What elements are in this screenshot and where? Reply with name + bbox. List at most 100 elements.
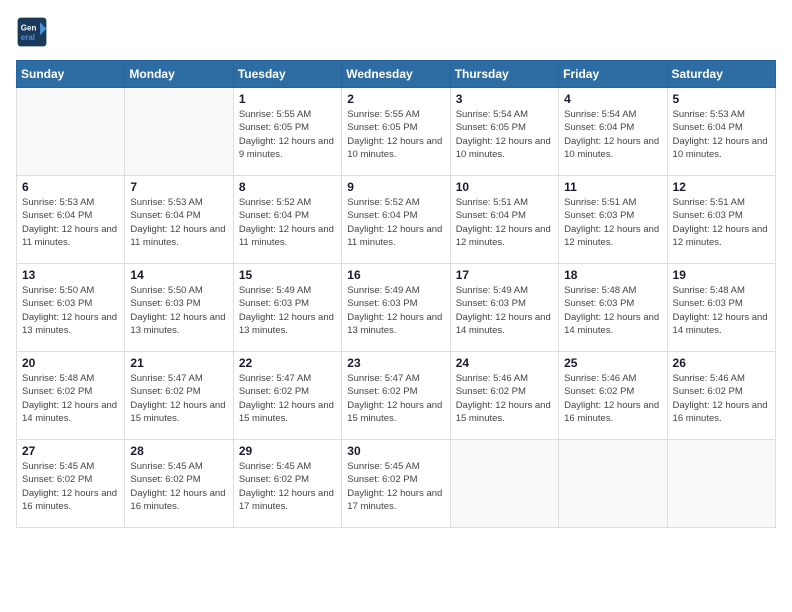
day-info: Sunrise: 5:51 AM Sunset: 6:03 PM Dayligh… xyxy=(564,196,661,249)
day-info: Sunrise: 5:53 AM Sunset: 6:04 PM Dayligh… xyxy=(673,108,770,161)
week-row-4: 20 Sunrise: 5:48 AM Sunset: 6:02 PM Dayli… xyxy=(17,352,776,440)
calendar-cell xyxy=(450,440,558,528)
day-number: 18 xyxy=(564,268,661,282)
logo-icon: Gen eral xyxy=(16,16,48,48)
day-number: 21 xyxy=(130,356,227,370)
calendar-cell: 2 Sunrise: 5:55 AM Sunset: 6:05 PM Daylig… xyxy=(342,88,450,176)
week-row-2: 6 Sunrise: 5:53 AM Sunset: 6:04 PM Daylig… xyxy=(17,176,776,264)
day-info: Sunrise: 5:47 AM Sunset: 6:02 PM Dayligh… xyxy=(347,372,444,425)
day-number: 28 xyxy=(130,444,227,458)
calendar-cell: 6 Sunrise: 5:53 AM Sunset: 6:04 PM Daylig… xyxy=(17,176,125,264)
calendar-cell: 11 Sunrise: 5:51 AM Sunset: 6:03 PM Dayli… xyxy=(559,176,667,264)
day-info: Sunrise: 5:45 AM Sunset: 6:02 PM Dayligh… xyxy=(22,460,119,513)
day-number: 6 xyxy=(22,180,119,194)
day-number: 5 xyxy=(673,92,770,106)
day-info: Sunrise: 5:51 AM Sunset: 6:03 PM Dayligh… xyxy=(673,196,770,249)
calendar-cell: 3 Sunrise: 5:54 AM Sunset: 6:05 PM Daylig… xyxy=(450,88,558,176)
calendar-cell: 15 Sunrise: 5:49 AM Sunset: 6:03 PM Dayli… xyxy=(233,264,341,352)
calendar-cell: 16 Sunrise: 5:49 AM Sunset: 6:03 PM Dayli… xyxy=(342,264,450,352)
day-info: Sunrise: 5:51 AM Sunset: 6:04 PM Dayligh… xyxy=(456,196,553,249)
day-info: Sunrise: 5:45 AM Sunset: 6:02 PM Dayligh… xyxy=(130,460,227,513)
calendar-cell: 4 Sunrise: 5:54 AM Sunset: 6:04 PM Daylig… xyxy=(559,88,667,176)
calendar-cell: 18Sunrise: 5:48 AM Sunset: 6:03 PM Dayli… xyxy=(559,264,667,352)
calendar-cell: 26 Sunrise: 5:46 AM Sunset: 6:02 PM Dayli… xyxy=(667,352,775,440)
week-row-5: 27 Sunrise: 5:45 AM Sunset: 6:02 PM Dayli… xyxy=(17,440,776,528)
day-info: Sunrise: 5:49 AM Sunset: 6:03 PM Dayligh… xyxy=(347,284,444,337)
day-number: 24 xyxy=(456,356,553,370)
calendar-cell: 24 Sunrise: 5:46 AM Sunset: 6:02 PM Dayli… xyxy=(450,352,558,440)
day-number: 29 xyxy=(239,444,336,458)
day-number: 25 xyxy=(564,356,661,370)
calendar-cell xyxy=(17,88,125,176)
day-info: Sunrise: 5:46 AM Sunset: 6:02 PM Dayligh… xyxy=(673,372,770,425)
calendar-cell: 8Sunrise: 5:52 AM Sunset: 6:04 PM Daylig… xyxy=(233,176,341,264)
page-header: Gen eral xyxy=(16,16,776,48)
weekday-header-saturday: Saturday xyxy=(667,61,775,88)
day-number: 14 xyxy=(130,268,227,282)
day-info: Sunrise: 5:52 AM Sunset: 6:04 PM Dayligh… xyxy=(239,196,336,249)
calendar-cell: 19 Sunrise: 5:48 AM Sunset: 6:03 PM Dayli… xyxy=(667,264,775,352)
calendar-cell: 30 Sunrise: 5:45 AM Sunset: 6:02 PM Dayli… xyxy=(342,440,450,528)
day-number: 4 xyxy=(564,92,661,106)
calendar-cell: 7Sunrise: 5:53 AM Sunset: 6:04 PM Daylig… xyxy=(125,176,233,264)
day-info: Sunrise: 5:48 AM Sunset: 6:02 PM Dayligh… xyxy=(22,372,119,425)
day-info: Sunrise: 5:45 AM Sunset: 6:02 PM Dayligh… xyxy=(347,460,444,513)
week-row-3: 13 Sunrise: 5:50 AM Sunset: 6:03 PM Dayli… xyxy=(17,264,776,352)
calendar-cell xyxy=(125,88,233,176)
day-number: 23 xyxy=(347,356,444,370)
day-info: Sunrise: 5:49 AM Sunset: 6:03 PM Dayligh… xyxy=(239,284,336,337)
calendar-cell: 27 Sunrise: 5:45 AM Sunset: 6:02 PM Dayli… xyxy=(17,440,125,528)
day-info: Sunrise: 5:54 AM Sunset: 6:04 PM Dayligh… xyxy=(564,108,661,161)
calendar-cell: 12Sunrise: 5:51 AM Sunset: 6:03 PM Dayli… xyxy=(667,176,775,264)
day-info: Sunrise: 5:48 AM Sunset: 6:03 PM Dayligh… xyxy=(673,284,770,337)
calendar-cell: 25 Sunrise: 5:46 AM Sunset: 6:02 PM Dayli… xyxy=(559,352,667,440)
day-info: Sunrise: 5:50 AM Sunset: 6:03 PM Dayligh… xyxy=(22,284,119,337)
day-number: 10 xyxy=(456,180,553,194)
calendar-cell: 21 Sunrise: 5:47 AM Sunset: 6:02 PM Dayli… xyxy=(125,352,233,440)
weekday-header-wednesday: Wednesday xyxy=(342,61,450,88)
calendar-cell: 10 Sunrise: 5:51 AM Sunset: 6:04 PM Dayli… xyxy=(450,176,558,264)
day-number: 16 xyxy=(347,268,444,282)
calendar-cell: 13 Sunrise: 5:50 AM Sunset: 6:03 PM Dayli… xyxy=(17,264,125,352)
calendar-cell: 22Sunrise: 5:47 AM Sunset: 6:02 PM Dayli… xyxy=(233,352,341,440)
day-number: 17 xyxy=(456,268,553,282)
calendar-cell: 29 Sunrise: 5:45 AM Sunset: 6:02 PM Dayli… xyxy=(233,440,341,528)
weekday-header-friday: Friday xyxy=(559,61,667,88)
day-info: Sunrise: 5:53 AM Sunset: 6:04 PM Dayligh… xyxy=(22,196,119,249)
day-info: Sunrise: 5:55 AM Sunset: 6:05 PM Dayligh… xyxy=(347,108,444,161)
svg-text:Gen: Gen xyxy=(21,23,37,32)
day-number: 20 xyxy=(22,356,119,370)
weekday-header-monday: Monday xyxy=(125,61,233,88)
calendar-cell xyxy=(667,440,775,528)
calendar-cell: 20 Sunrise: 5:48 AM Sunset: 6:02 PM Dayli… xyxy=(17,352,125,440)
svg-text:eral: eral xyxy=(21,33,35,42)
calendar-cell: 5 Sunrise: 5:53 AM Sunset: 6:04 PM Daylig… xyxy=(667,88,775,176)
weekday-header-sunday: Sunday xyxy=(17,61,125,88)
calendar-cell: 14 Sunrise: 5:50 AM Sunset: 6:03 PM Dayli… xyxy=(125,264,233,352)
day-info: Sunrise: 5:46 AM Sunset: 6:02 PM Dayligh… xyxy=(564,372,661,425)
day-number: 19 xyxy=(673,268,770,282)
day-number: 1 xyxy=(239,92,336,106)
day-number: 13 xyxy=(22,268,119,282)
day-number: 3 xyxy=(456,92,553,106)
calendar-cell: 1Sunrise: 5:55 AM Sunset: 6:05 PM Daylig… xyxy=(233,88,341,176)
day-number: 7 xyxy=(130,180,227,194)
day-number: 15 xyxy=(239,268,336,282)
day-number: 30 xyxy=(347,444,444,458)
day-number: 9 xyxy=(347,180,444,194)
day-number: 27 xyxy=(22,444,119,458)
day-info: Sunrise: 5:47 AM Sunset: 6:02 PM Dayligh… xyxy=(130,372,227,425)
day-info: Sunrise: 5:45 AM Sunset: 6:02 PM Dayligh… xyxy=(239,460,336,513)
day-number: 11 xyxy=(564,180,661,194)
day-number: 2 xyxy=(347,92,444,106)
day-info: Sunrise: 5:49 AM Sunset: 6:03 PM Dayligh… xyxy=(456,284,553,337)
calendar-cell: 28 Sunrise: 5:45 AM Sunset: 6:02 PM Dayli… xyxy=(125,440,233,528)
day-info: Sunrise: 5:54 AM Sunset: 6:05 PM Dayligh… xyxy=(456,108,553,161)
day-info: Sunrise: 5:46 AM Sunset: 6:02 PM Dayligh… xyxy=(456,372,553,425)
day-info: Sunrise: 5:47 AM Sunset: 6:02 PM Dayligh… xyxy=(239,372,336,425)
day-info: Sunrise: 5:50 AM Sunset: 6:03 PM Dayligh… xyxy=(130,284,227,337)
calendar-cell: 9Sunrise: 5:52 AM Sunset: 6:04 PM Daylig… xyxy=(342,176,450,264)
week-row-1: 1 Sunrise: 5:55 AM Sunset: 6:05 PM Daylig… xyxy=(17,88,776,176)
calendar-cell: 17 Sunrise: 5:49 AM Sunset: 6:03 PM Dayli… xyxy=(450,264,558,352)
day-number: 26 xyxy=(673,356,770,370)
